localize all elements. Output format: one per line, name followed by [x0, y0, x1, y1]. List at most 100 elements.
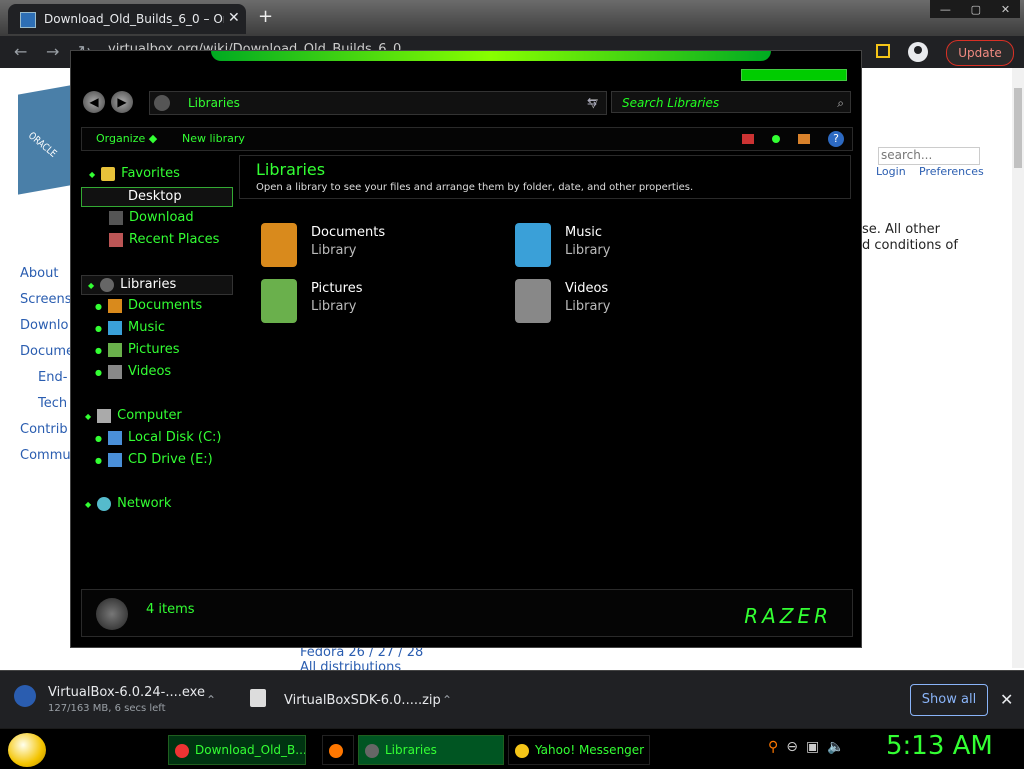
taskbar-clock[interactable]: 5:13 AM: [886, 731, 993, 761]
search-tray-icon[interactable]: ⚲: [768, 739, 778, 755]
back-icon[interactable]: ←: [14, 42, 27, 61]
status-dot-icon: [772, 135, 780, 143]
command-bar: Organize ◆ New library ?: [81, 127, 853, 151]
explorer-forward-button[interactable]: ▶: [111, 91, 133, 113]
nav-desktop[interactable]: Desktop: [81, 187, 233, 207]
content-pane: Libraries Open a library to see your fil…: [239, 155, 851, 585]
libraries-title: Libraries: [256, 160, 326, 179]
help-icon[interactable]: ?: [828, 131, 844, 147]
volume-icon[interactable]: 🔈: [827, 739, 844, 755]
nav-computer[interactable]: ◆ Computer: [85, 407, 182, 425]
sidebar-link-downloads[interactable]: Downlo: [20, 318, 68, 333]
library-music[interactable]: Music Library: [515, 221, 755, 271]
download-item-sdk[interactable]: VirtualBoxSDK-6.0.....zip ⌃: [250, 679, 460, 721]
new-tab-button[interactable]: +: [258, 6, 273, 27]
desktop-icon: [108, 190, 122, 204]
organize-button[interactable]: Organize ◆: [96, 128, 157, 150]
recent-places-icon: [109, 232, 123, 247]
side-panel-icon[interactable]: [876, 44, 890, 58]
nav-music[interactable]: ● Music: [95, 319, 165, 337]
maximize-icon[interactable]: ▢: [971, 3, 981, 16]
nav-downloads[interactable]: Download: [109, 209, 194, 227]
nav-videos[interactable]: ● Videos: [95, 363, 171, 381]
taskbar: Download_Old_B... Libraries Yahoo! Messe…: [0, 728, 1024, 769]
chrome-icon: [175, 743, 189, 758]
sidebar-link-contrib[interactable]: Contrib: [20, 422, 68, 437]
minimize-icon[interactable]: —: [940, 3, 951, 16]
explorer-titlebar[interactable]: [211, 51, 771, 61]
sidebar-link-docs[interactable]: Docume: [20, 344, 74, 359]
close-icon[interactable]: ✕: [1000, 690, 1013, 709]
page-scrollbar[interactable]: [1012, 68, 1024, 668]
task-yahoo-messenger[interactable]: Yahoo! Messenger: [508, 735, 650, 765]
minus-tray-icon[interactable]: ⊖: [786, 739, 798, 755]
sidebar-link-enduser[interactable]: End-: [38, 370, 67, 385]
show-all-button[interactable]: Show all: [910, 684, 988, 716]
nav-local-disk[interactable]: ● Local Disk (C:): [95, 429, 221, 447]
task-chrome[interactable]: Download_Old_B...: [168, 735, 306, 765]
forward-icon[interactable]: →: [46, 42, 59, 61]
libraries-header: Libraries Open a library to see your fil…: [239, 155, 851, 199]
sidebar-link-about[interactable]: About: [20, 266, 58, 281]
sidebar-link-community[interactable]: Commu: [20, 448, 71, 463]
network-tray-icon[interactable]: ▣: [806, 739, 819, 755]
sidebar-link-screens[interactable]: Screens: [20, 292, 71, 307]
preferences-link[interactable]: Preferences: [919, 165, 984, 178]
new-library-button[interactable]: New library: [182, 128, 245, 150]
library-pictures[interactable]: Pictures Library: [261, 277, 501, 327]
nav-pictures[interactable]: ● Pictures: [95, 341, 179, 359]
download-progress-icon: [14, 685, 36, 707]
music-library-icon: [515, 223, 551, 267]
search-icon[interactable]: ⌕: [837, 92, 844, 114]
status-libraries-icon: [96, 598, 128, 630]
refresh-icon[interactable]: ⇆: [587, 95, 597, 109]
download-shelf: VirtualBox-6.0.24-....exe 127/163 MB, 6 …: [0, 670, 1024, 729]
scrollbar-thumb[interactable]: [1014, 88, 1022, 168]
chevron-up-icon[interactable]: ⌃: [206, 693, 216, 707]
download-item-virtualbox[interactable]: VirtualBox-6.0.24-....exe 127/163 MB, 6 …: [14, 679, 224, 721]
library-videos[interactable]: Videos Library: [515, 277, 755, 327]
razer-logo: RAZER: [744, 604, 832, 628]
browser-tab[interactable]: Download_Old_Builds_6_0 – Ora ✕: [8, 4, 246, 34]
site-search-input[interactable]: search...: [878, 147, 980, 165]
computer-icon: [97, 408, 112, 423]
update-button[interactable]: Update: [946, 40, 1014, 66]
system-tray: ⚲ ⊖ ▣ 🔈: [768, 739, 845, 755]
library-documents[interactable]: Documents Library: [261, 221, 501, 271]
documents-library-icon: [261, 223, 297, 267]
navigation-pane: ◆ Favorites Desktop Download Recent Place…: [81, 155, 237, 585]
profile-avatar[interactable]: [908, 42, 928, 62]
chevron-up-icon[interactable]: ⌃: [442, 693, 452, 707]
explorer-window-buttons[interactable]: [741, 69, 847, 81]
libraries-icon: [365, 743, 379, 758]
tab-title: Download_Old_Builds_6_0 – Ora: [44, 12, 224, 26]
start-button[interactable]: [8, 733, 46, 767]
preview-pane-icon[interactable]: [798, 134, 810, 144]
nav-cd-drive[interactable]: ● CD Drive (E:): [95, 451, 213, 469]
videos-library-icon: [515, 279, 551, 323]
explorer-window: ◀ ▶ Libraries ▽ ⇆ Search Libraries ⌕ Org…: [70, 50, 862, 648]
explorer-back-button[interactable]: ◀: [83, 91, 105, 113]
page-body-text: se. All other d conditions of: [862, 222, 958, 253]
virtualbox-logo: ORACLE: [18, 85, 70, 195]
tab-close-icon[interactable]: ✕: [228, 10, 240, 26]
pictures-library-icon: [261, 279, 297, 323]
libraries-icon: [100, 277, 115, 292]
zip-file-icon: [250, 689, 266, 707]
explorer-address-bar[interactable]: Libraries ▽: [149, 91, 607, 115]
view-options-icon[interactable]: [742, 134, 754, 144]
login-link[interactable]: Login: [876, 165, 906, 178]
yahoo-messenger-icon: [515, 743, 529, 758]
status-bar: 4 items RAZER: [81, 589, 853, 637]
nav-recent-places[interactable]: Recent Places: [109, 231, 219, 249]
task-libraries[interactable]: Libraries: [358, 735, 504, 765]
explorer-search-input[interactable]: Search Libraries ⌕: [611, 91, 851, 113]
task-firefox[interactable]: [322, 735, 354, 765]
nav-libraries[interactable]: ◆ Libraries: [81, 275, 233, 295]
sidebar-link-tech[interactable]: Tech: [38, 396, 67, 411]
nav-network[interactable]: ◆ Network: [85, 495, 171, 513]
nav-documents[interactable]: ● Documents: [95, 297, 202, 315]
downloads-icon: [109, 210, 123, 225]
close-window-icon[interactable]: ✕: [1001, 3, 1010, 16]
nav-favorites[interactable]: ◆ Favorites: [89, 165, 180, 183]
